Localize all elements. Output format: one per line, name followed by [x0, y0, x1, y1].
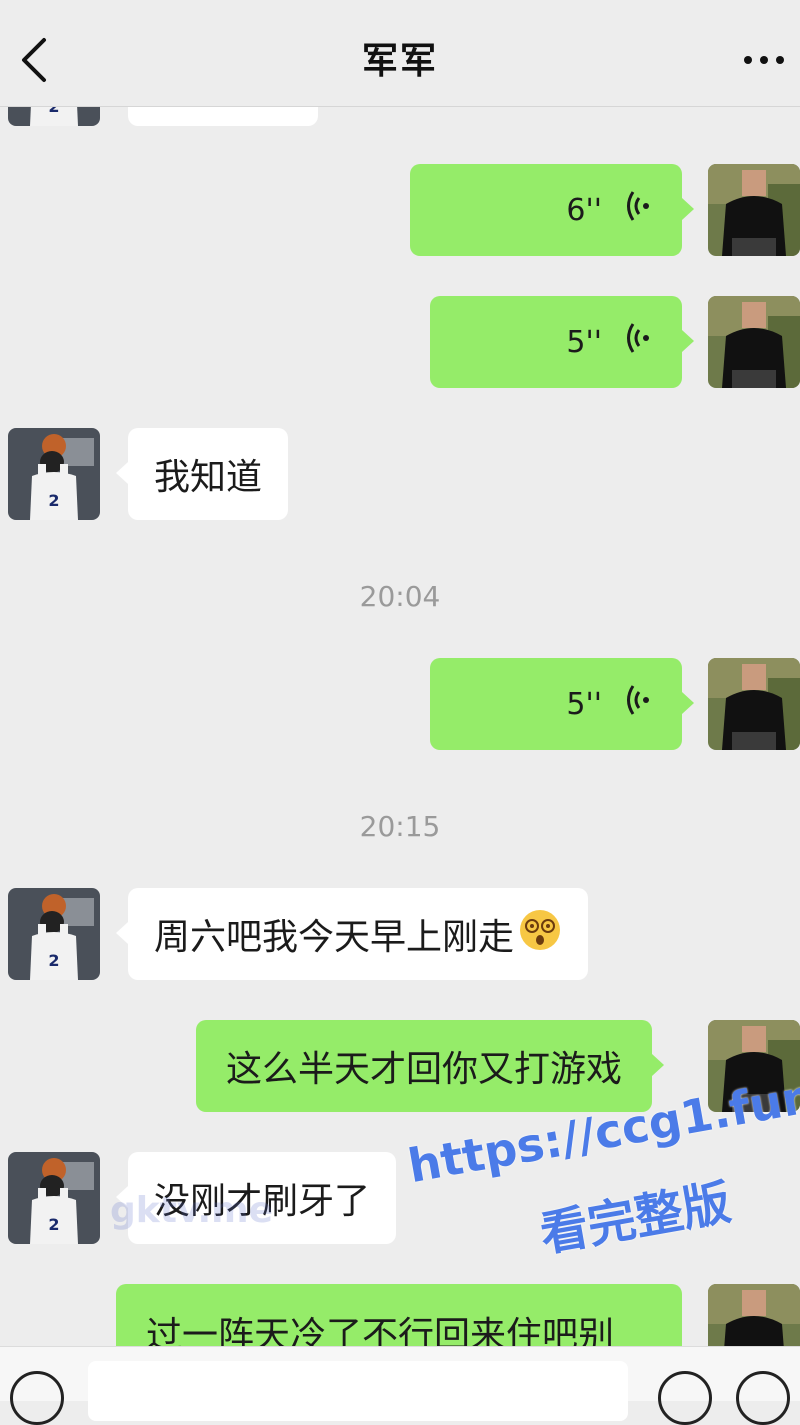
- voice-message-bubble[interactable]: 5'': [430, 296, 694, 388]
- dizzy-face-emoji-icon: [518, 908, 562, 961]
- plus-icon[interactable]: [736, 1371, 790, 1425]
- voice-message-bubble[interactable]: 6'': [410, 164, 694, 256]
- voice-wave-icon: [622, 186, 652, 235]
- timestamp: 20:04: [359, 580, 441, 613]
- watermark-caption: 看完整版: [536, 1174, 735, 1263]
- voice-wave-icon: [622, 318, 652, 367]
- voice-duration: 5'': [566, 686, 602, 722]
- faint-watermark: gktv.me: [110, 1190, 274, 1231]
- input-bar: [0, 1346, 800, 1425]
- voice-message-bubble[interactable]: 5'': [430, 658, 694, 750]
- contact-avatar[interactable]: 2: [8, 1152, 100, 1244]
- svg-text:2: 2: [48, 1215, 59, 1234]
- my-avatar[interactable]: [708, 1284, 800, 1346]
- voice-duration: 5'': [566, 324, 602, 360]
- svg-text:2: 2: [48, 491, 59, 510]
- my-avatar[interactable]: [708, 296, 800, 388]
- my-avatar[interactable]: [708, 658, 800, 750]
- emoji-icon[interactable]: [658, 1371, 712, 1425]
- contact-avatar[interactable]: 2: [8, 428, 100, 520]
- timestamp: 20:15: [359, 810, 441, 843]
- message-bubble-outgoing[interactable]: 过一阵天冷了不行回来住吧别: [116, 1284, 682, 1346]
- my-avatar[interactable]: [708, 164, 800, 256]
- voice-wave-icon: [622, 680, 652, 729]
- message-text: 周六吧我今天早上刚走: [154, 917, 515, 958]
- contact-avatar[interactable]: 2: [8, 888, 100, 980]
- chat-title: 军军: [361, 41, 438, 82]
- svg-text:2: 2: [48, 951, 59, 970]
- message-bubble-incoming[interactable]: 我知道: [115, 428, 289, 520]
- message-bubble-incoming[interactable]: 周六吧我今天早上刚走: [115, 888, 589, 980]
- voice-input-icon[interactable]: [10, 1371, 64, 1425]
- message-input[interactable]: [88, 1361, 628, 1421]
- message-bubble-outgoing[interactable]: 这么半天才回你又打游戏: [196, 1020, 665, 1112]
- more-icon[interactable]: [736, 40, 792, 80]
- chat-header: 军军: [0, 0, 800, 107]
- voice-duration: 6'': [566, 192, 602, 228]
